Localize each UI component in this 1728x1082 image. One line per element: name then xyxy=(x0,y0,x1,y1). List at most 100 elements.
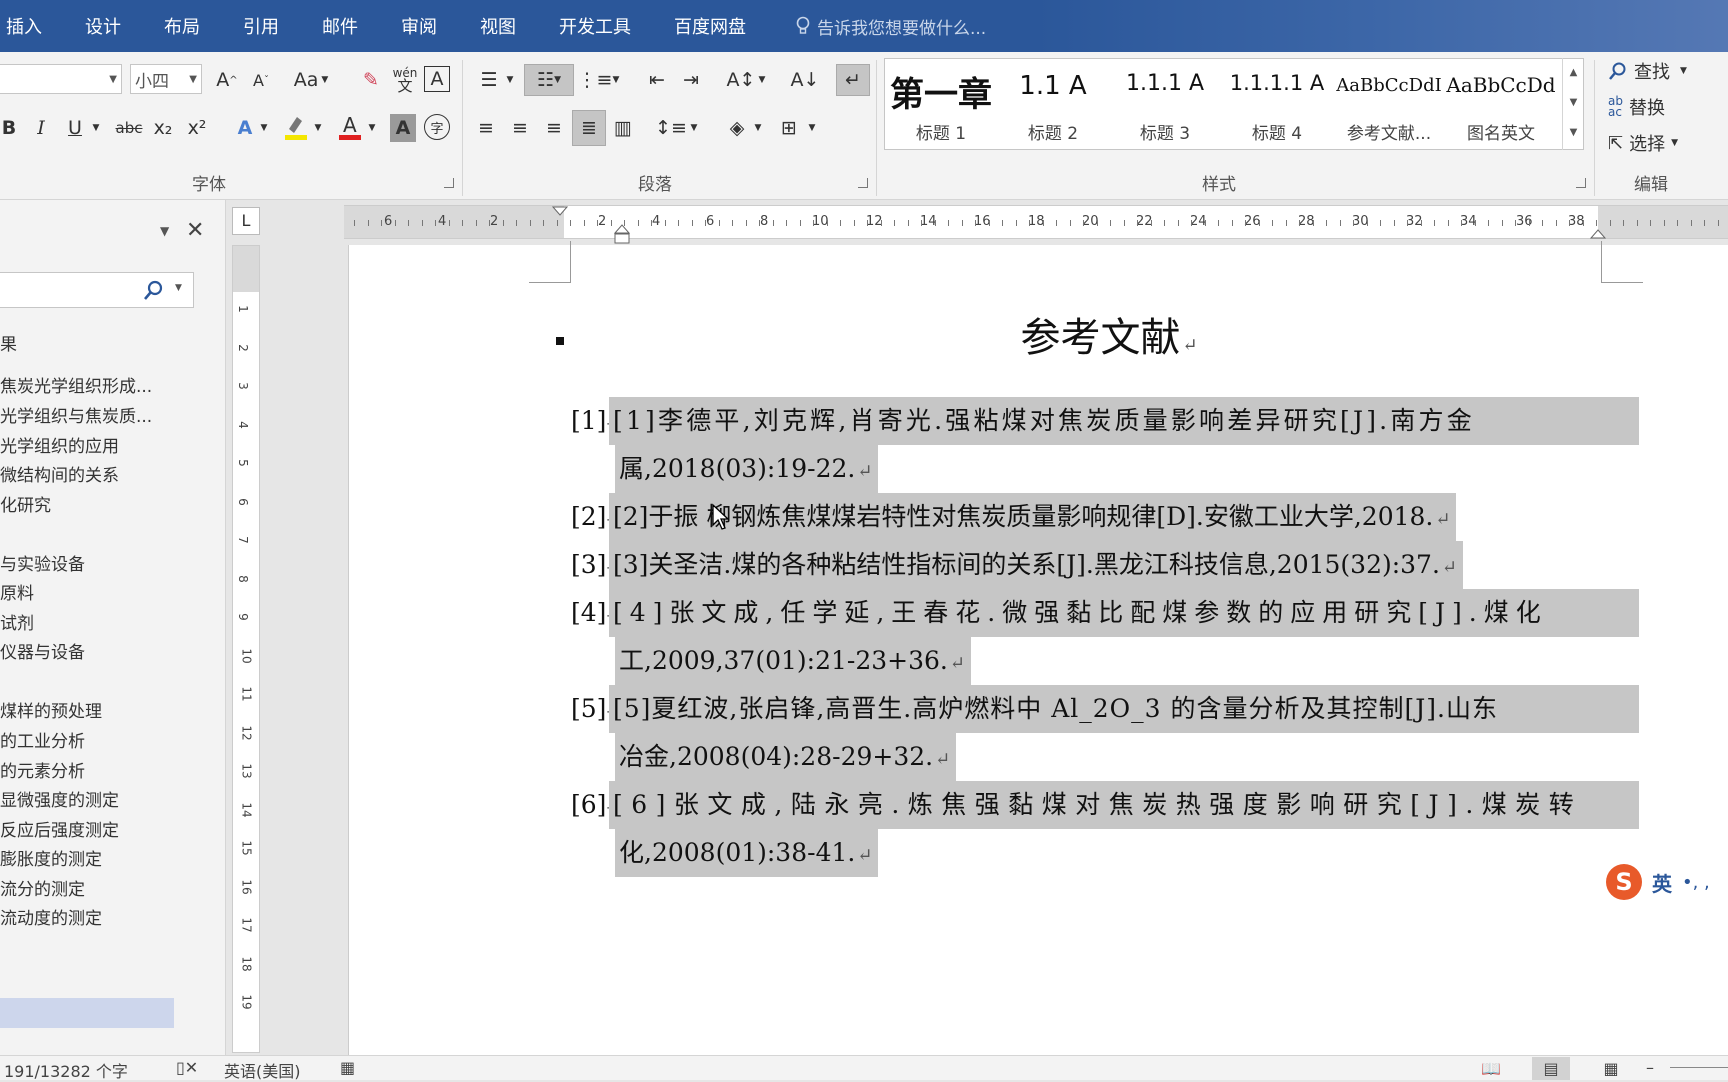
nav-heading-item[interactable]: 果 xyxy=(0,330,17,355)
select-button[interactable]: ⇱ 选择 ▼ xyxy=(1608,130,1678,156)
decrease-indent-icon[interactable]: ⇤ xyxy=(642,66,672,94)
nav-heading-item[interactable]: 显微强度的测定 xyxy=(0,786,119,811)
bullets-icon[interactable]: ☰ xyxy=(474,66,504,94)
phonetic-guide-button[interactable]: wén 文 xyxy=(390,64,420,96)
shrink-font-button[interactable]: Aˇ xyxy=(246,66,276,94)
align-center-icon[interactable]: ≡ xyxy=(506,114,534,142)
highlight-color-icon[interactable] xyxy=(282,112,310,142)
style-figure-name-english[interactable]: AaBbCcDd 图名英文 xyxy=(1445,59,1557,149)
nav-heading-item[interactable]: 与实验设备 xyxy=(0,550,85,575)
bold-button[interactable]: B xyxy=(0,114,20,142)
justify-icon[interactable]: ≣ xyxy=(572,110,606,146)
grow-font-button[interactable]: A ^ xyxy=(212,66,242,94)
clear-formatting-icon[interactable]: ✎ xyxy=(356,66,386,94)
read-mode-icon[interactable]: 📖 xyxy=(1472,1057,1510,1080)
shading-icon[interactable]: ◈ xyxy=(722,114,752,142)
numbering-icon[interactable]: ☷ ▼ xyxy=(524,64,574,96)
italic-button[interactable]: I xyxy=(30,114,52,142)
nav-heading-item[interactable]: 光学组织的应用 xyxy=(0,432,119,457)
style-references[interactable]: AaBbCcDdI 参考文献... xyxy=(1333,59,1445,149)
enclose-characters-button[interactable]: 字 xyxy=(424,114,450,140)
chevron-down-icon[interactable]: ▼ xyxy=(756,66,768,94)
nav-heading-item[interactable]: 流分的测定 xyxy=(0,875,85,900)
chevron-down-icon[interactable]: ▼ xyxy=(90,114,102,142)
tab-selector[interactable]: L xyxy=(232,207,260,235)
tab-baidu-netdisk[interactable]: 百度网盘 xyxy=(674,13,746,39)
align-right-icon[interactable]: ≡ xyxy=(540,114,568,142)
tab-references[interactable]: 引用 xyxy=(243,13,279,39)
sort-icon[interactable]: A↓ xyxy=(790,66,820,94)
text-effects-icon[interactable]: A xyxy=(232,114,258,142)
nav-heading-item[interactable]: 流动度的测定 xyxy=(0,904,102,929)
gallery-more-icon[interactable]: ▼ xyxy=(1563,118,1584,148)
nav-heading-item[interactable]: 试剂 xyxy=(0,609,34,634)
nav-item-selected[interactable] xyxy=(0,998,174,1028)
font-color-icon[interactable]: A xyxy=(336,112,364,142)
nav-heading-item[interactable]: 的元素分析 xyxy=(0,757,85,782)
chevron-down-icon[interactable]: ▼ xyxy=(806,114,818,142)
nav-heading-item[interactable]: 微结构间的关系 xyxy=(0,461,119,486)
nav-heading-item[interactable]: 反应后强度测定 xyxy=(0,816,119,841)
right-indent-marker-icon[interactable] xyxy=(1590,220,1606,240)
font-name-combo[interactable]: ▼ xyxy=(0,64,122,94)
borders-icon[interactable]: ⊞ xyxy=(774,114,804,142)
chevron-down-icon[interactable]: ▼ xyxy=(752,114,764,142)
web-layout-icon[interactable]: ▦ xyxy=(1592,1057,1630,1080)
tab-mailings[interactable]: 邮件 xyxy=(322,13,358,39)
chevron-down-icon[interactable]: ▼ xyxy=(312,114,324,142)
distributed-icon[interactable]: ▥ xyxy=(608,114,638,142)
subscript-button[interactable]: x₂ xyxy=(150,114,176,142)
indent-marker-icon[interactable] xyxy=(550,206,570,244)
show-formatting-marks-icon[interactable]: ↵ xyxy=(836,64,870,96)
hanging-indent-marker-icon[interactable] xyxy=(612,224,632,246)
underline-button[interactable]: U xyxy=(64,114,86,142)
style-heading-1[interactable]: 第一章 标题 1 xyxy=(885,59,997,149)
gallery-down-icon[interactable]: ▼ xyxy=(1563,88,1584,118)
language-indicator[interactable]: 英语(美国) xyxy=(224,1058,301,1082)
nav-heading-item[interactable]: 原料 xyxy=(0,579,34,604)
character-border-button[interactable]: A xyxy=(424,66,450,92)
chevron-down-icon[interactable]: ▼ xyxy=(610,66,622,94)
style-heading-4[interactable]: 1.1.1.1 A 标题 4 xyxy=(1221,59,1333,149)
nav-heading-item[interactable]: 化研究 xyxy=(0,491,51,516)
chevron-down-icon[interactable]: ▼ xyxy=(504,66,516,94)
nav-heading-item[interactable]: 仪器与设备 xyxy=(0,638,85,663)
find-button[interactable]: 查找 ▼ xyxy=(1608,58,1687,84)
gallery-up-icon[interactable]: ▲ xyxy=(1563,58,1584,88)
font-size-combo[interactable]: 小四 ▼ xyxy=(130,64,202,94)
pane-options-icon[interactable]: ▼ xyxy=(160,224,169,238)
macro-recording-icon[interactable]: ▦ xyxy=(340,1058,355,1077)
tab-review[interactable]: 审阅 xyxy=(401,13,437,39)
zoom-slider[interactable] xyxy=(1670,1067,1728,1068)
close-icon[interactable]: ✕ xyxy=(186,218,204,243)
tab-design[interactable]: 设计 xyxy=(85,13,121,39)
paragraph-dialog-launcher-icon[interactable] xyxy=(858,178,868,188)
increase-indent-icon[interactable]: ⇥ xyxy=(676,66,706,94)
tell-me-box[interactable]: 告诉我您想要做什么... xyxy=(795,14,986,39)
tab-developer[interactable]: 开发工具 xyxy=(559,13,631,39)
document-page[interactable]: 参考文献↵ [1]→ [1]李德平,刘克辉,肖寄光.强粘煤对焦炭质量影响差异研究… xyxy=(348,241,1728,1055)
chevron-down-icon[interactable]: ▼ xyxy=(258,114,270,142)
styles-dialog-launcher-icon[interactable] xyxy=(1576,178,1586,188)
chevron-down-icon[interactable]: ▼ xyxy=(366,114,378,142)
zoom-out-icon[interactable]: – xyxy=(1646,1058,1654,1077)
nav-heading-item[interactable]: 煤样的预处理 xyxy=(0,697,102,722)
nav-search-input[interactable]: ▼ xyxy=(0,272,194,308)
ime-indicator[interactable]: S 英 •, , xyxy=(1604,862,1728,902)
nav-heading-item[interactable]: 的工业分析 xyxy=(0,727,85,752)
character-shading-icon[interactable]: A xyxy=(390,114,416,142)
font-dialog-launcher-icon[interactable] xyxy=(444,178,454,188)
print-layout-icon[interactable]: ▤ xyxy=(1532,1057,1570,1080)
style-heading-3[interactable]: 1.1.1 A 标题 3 xyxy=(1109,59,1221,149)
line-spacing-icon[interactable]: ↕≡ xyxy=(655,114,687,142)
style-heading-2[interactable]: 1.1 A 标题 2 xyxy=(997,59,1109,149)
tab-layout[interactable]: 布局 xyxy=(164,13,200,39)
multilevel-list-icon[interactable]: ⋮≡ xyxy=(578,66,613,94)
change-case-button[interactable]: Aa ▼ xyxy=(288,66,334,94)
nav-heading-item[interactable]: 膨胀度的测定 xyxy=(0,845,102,870)
word-count[interactable]: 191/13282 个字 xyxy=(4,1058,128,1082)
tab-insert[interactable]: 插入 xyxy=(6,13,42,39)
chevron-down-icon[interactable]: ▼ xyxy=(688,114,700,142)
replace-button[interactable]: ab ac 替换 xyxy=(1608,94,1665,120)
chinese-layout-icon[interactable]: A↕ xyxy=(726,66,756,94)
